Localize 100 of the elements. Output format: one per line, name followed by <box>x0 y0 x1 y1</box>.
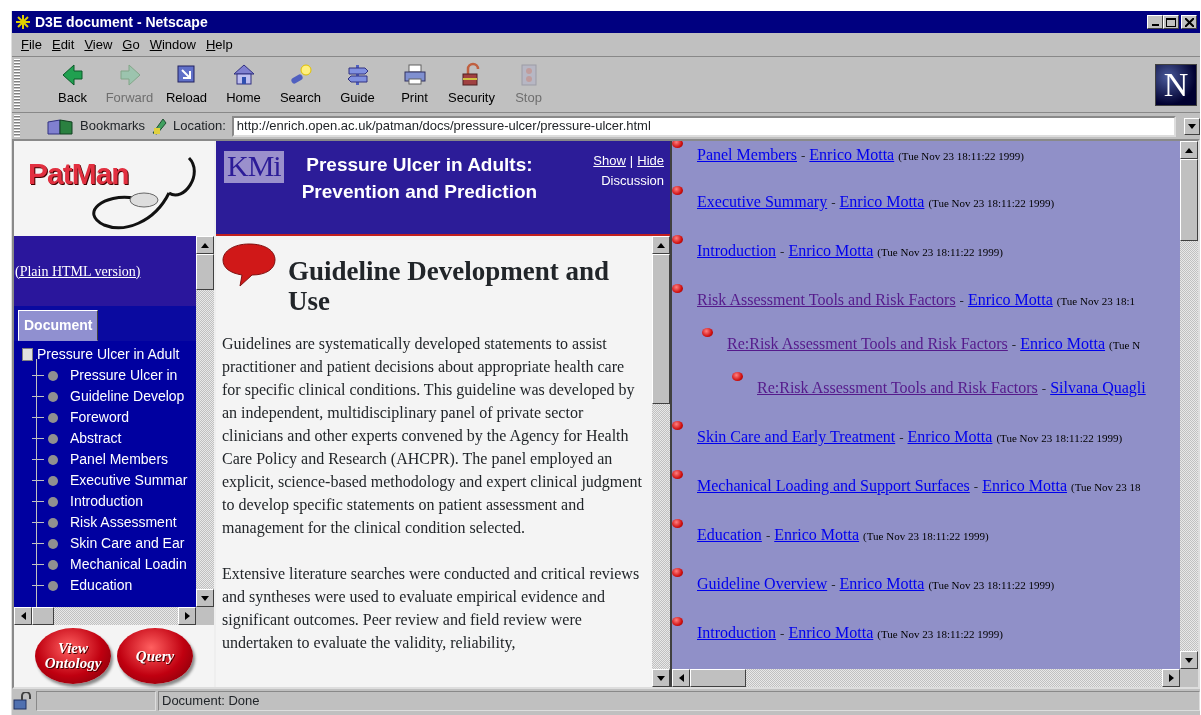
separator: - <box>780 244 785 259</box>
post-date: (Tue N <box>1109 339 1141 351</box>
post-date: (Tue Nov 23 18:11:22 1999) <box>928 197 1055 209</box>
scroll-up-button[interactable] <box>652 236 670 254</box>
bullet-icon <box>672 519 683 528</box>
menu-item[interactable]: View <box>79 34 118 55</box>
scroll-up-button[interactable] <box>196 236 214 254</box>
toolbar-button[interactable]: Guide <box>329 61 386 108</box>
topic-link[interactable]: Risk Assessment Tools and Risk Factors <box>697 291 956 308</box>
bullet-icon <box>48 496 58 507</box>
bullet-icon <box>672 568 683 577</box>
menu-item[interactable]: Window <box>144 34 201 55</box>
maximize-button[interactable] <box>1163 15 1179 29</box>
scrollbar-thumb[interactable] <box>196 254 214 290</box>
bullet-icon <box>702 328 713 337</box>
close-button[interactable] <box>1181 15 1197 29</box>
document-heading: Guideline Development and Use <box>288 256 610 316</box>
separator: - <box>801 148 806 163</box>
browser-logo: N <box>1155 63 1197 106</box>
bookmarks-button[interactable]: Bookmarks <box>46 116 146 136</box>
scroll-down-button[interactable] <box>1180 651 1198 669</box>
link[interactable]: (Plain HTML version) <box>15 260 141 282</box>
menu-item[interactable]: Go <box>117 34 145 55</box>
menu-item[interactable]: Help <box>200 34 238 55</box>
separator: - <box>765 528 771 543</box>
scroll-right-button[interactable] <box>1162 669 1180 687</box>
scroll-up-button[interactable] <box>1180 141 1198 159</box>
maximize-icon <box>1166 17 1176 27</box>
bullet-icon <box>48 538 58 549</box>
toolbar-button[interactable]: Reload <box>158 61 215 108</box>
tree-item[interactable]: Skin Care and Ear <box>70 533 185 554</box>
topic-link[interactable]: Re:Risk Assessment Tools and Risk Factors <box>727 335 1008 352</box>
minimize-button[interactable] <box>1147 15 1163 29</box>
post-date: (Tue Nov 23 18:11:22 1999) <box>863 530 989 542</box>
up-arrow-icon <box>1185 147 1193 153</box>
scrollbar-thumb[interactable] <box>652 254 670 404</box>
scroll-down-button[interactable] <box>652 669 670 687</box>
bullet-icon <box>48 559 58 570</box>
tree-item[interactable]: Mechanical Loadin <box>70 554 187 575</box>
query-button[interactable]: Query <box>117 628 193 684</box>
printer-icon <box>401 61 428 88</box>
toolbar-button[interactable]: Print <box>386 61 443 108</box>
bullet-icon <box>672 186 683 195</box>
separator: - <box>899 430 904 445</box>
down-arrow-icon <box>1185 657 1193 663</box>
tree-item[interactable]: Pressure Ulcer in Adult <box>37 344 180 365</box>
logo-text: KMi <box>224 151 284 183</box>
url-field[interactable]: http://enrich.open.ac.uk/patman/docs/pressure-ulcer/pressure-ulcer.html <box>231 115 1176 137</box>
tree-item[interactable]: Executive Summar <box>70 470 188 491</box>
separator: - <box>959 293 964 308</box>
speech-bubble-icon <box>222 242 276 288</box>
separator: - <box>973 479 979 494</box>
tree-item[interactable]: Education <box>70 575 133 596</box>
app-icon <box>15 14 31 30</box>
document-icon <box>22 348 33 361</box>
bullet-icon <box>672 141 683 148</box>
tree-item[interactable]: Panel Members <box>70 449 169 470</box>
tree-item[interactable]: Foreword <box>70 407 130 428</box>
separator: - <box>831 195 836 210</box>
tree-item[interactable]: Abstract <box>70 428 122 449</box>
bullet-icon <box>672 470 683 479</box>
toolbar-button[interactable]: Search <box>272 61 329 108</box>
logo-text: PatMan <box>28 156 129 192</box>
tree-item[interactable]: Risk Assessment <box>70 512 177 533</box>
scroll-left-button[interactable] <box>14 607 32 625</box>
left-arrow-icon <box>678 674 684 682</box>
scrollbar-corner <box>196 607 214 625</box>
bullet-icon <box>672 284 683 293</box>
post-date: (Tue Nov 23 18:11:22 1999) <box>877 628 1003 640</box>
scroll-right-button[interactable] <box>178 607 196 625</box>
post-date: (Tue Nov 23 18:11:22 1999) <box>898 150 1024 162</box>
dropdown-button[interactable] <box>1184 117 1200 135</box>
bookmarks-icon <box>46 116 76 136</box>
minimize-icon <box>1151 24 1159 26</box>
window-title: D3E document - Netscape <box>35 12 208 32</box>
toolbar-button[interactable]: Home <box>215 61 272 108</box>
scrollbar-thumb[interactable] <box>32 607 54 625</box>
post-date: (Tue Nov 23 18:11:22 1999) <box>877 246 1003 258</box>
right-arrow-icon <box>1168 674 1174 682</box>
menu-item[interactable]: File <box>16 34 47 55</box>
up-arrow-icon <box>201 242 209 248</box>
ontology-button[interactable]: View Ontology <box>35 628 111 684</box>
left-arrow-icon <box>20 612 26 620</box>
hide-link[interactable]: Hide <box>637 153 664 168</box>
topic-link[interactable]: Re:Risk Assessment Tools and Risk Factors <box>757 379 1038 396</box>
post-date: (Tue Nov 23 18:11:22 1999) <box>928 579 1055 591</box>
menu-item[interactable]: Edit <box>46 34 80 55</box>
scroll-down-button[interactable] <box>196 589 214 607</box>
scrollbar-thumb[interactable] <box>690 669 746 687</box>
tree-item[interactable]: Pressure Ulcer in <box>70 365 178 386</box>
show-link[interactable]: Show <box>593 153 626 168</box>
tree-item[interactable]: Guideline Develop <box>70 386 185 407</box>
lock-icon <box>12 692 34 710</box>
toolbar-button[interactable]: Security <box>443 61 500 108</box>
scrollbar-thumb[interactable] <box>1180 159 1198 241</box>
tree-item[interactable]: Introduction <box>70 491 144 512</box>
status-text: Document: Done <box>158 691 1200 711</box>
discussion-label: Discussion <box>600 172 664 190</box>
toolbar-button[interactable]: Back <box>44 61 101 108</box>
scroll-left-button[interactable] <box>672 669 690 687</box>
